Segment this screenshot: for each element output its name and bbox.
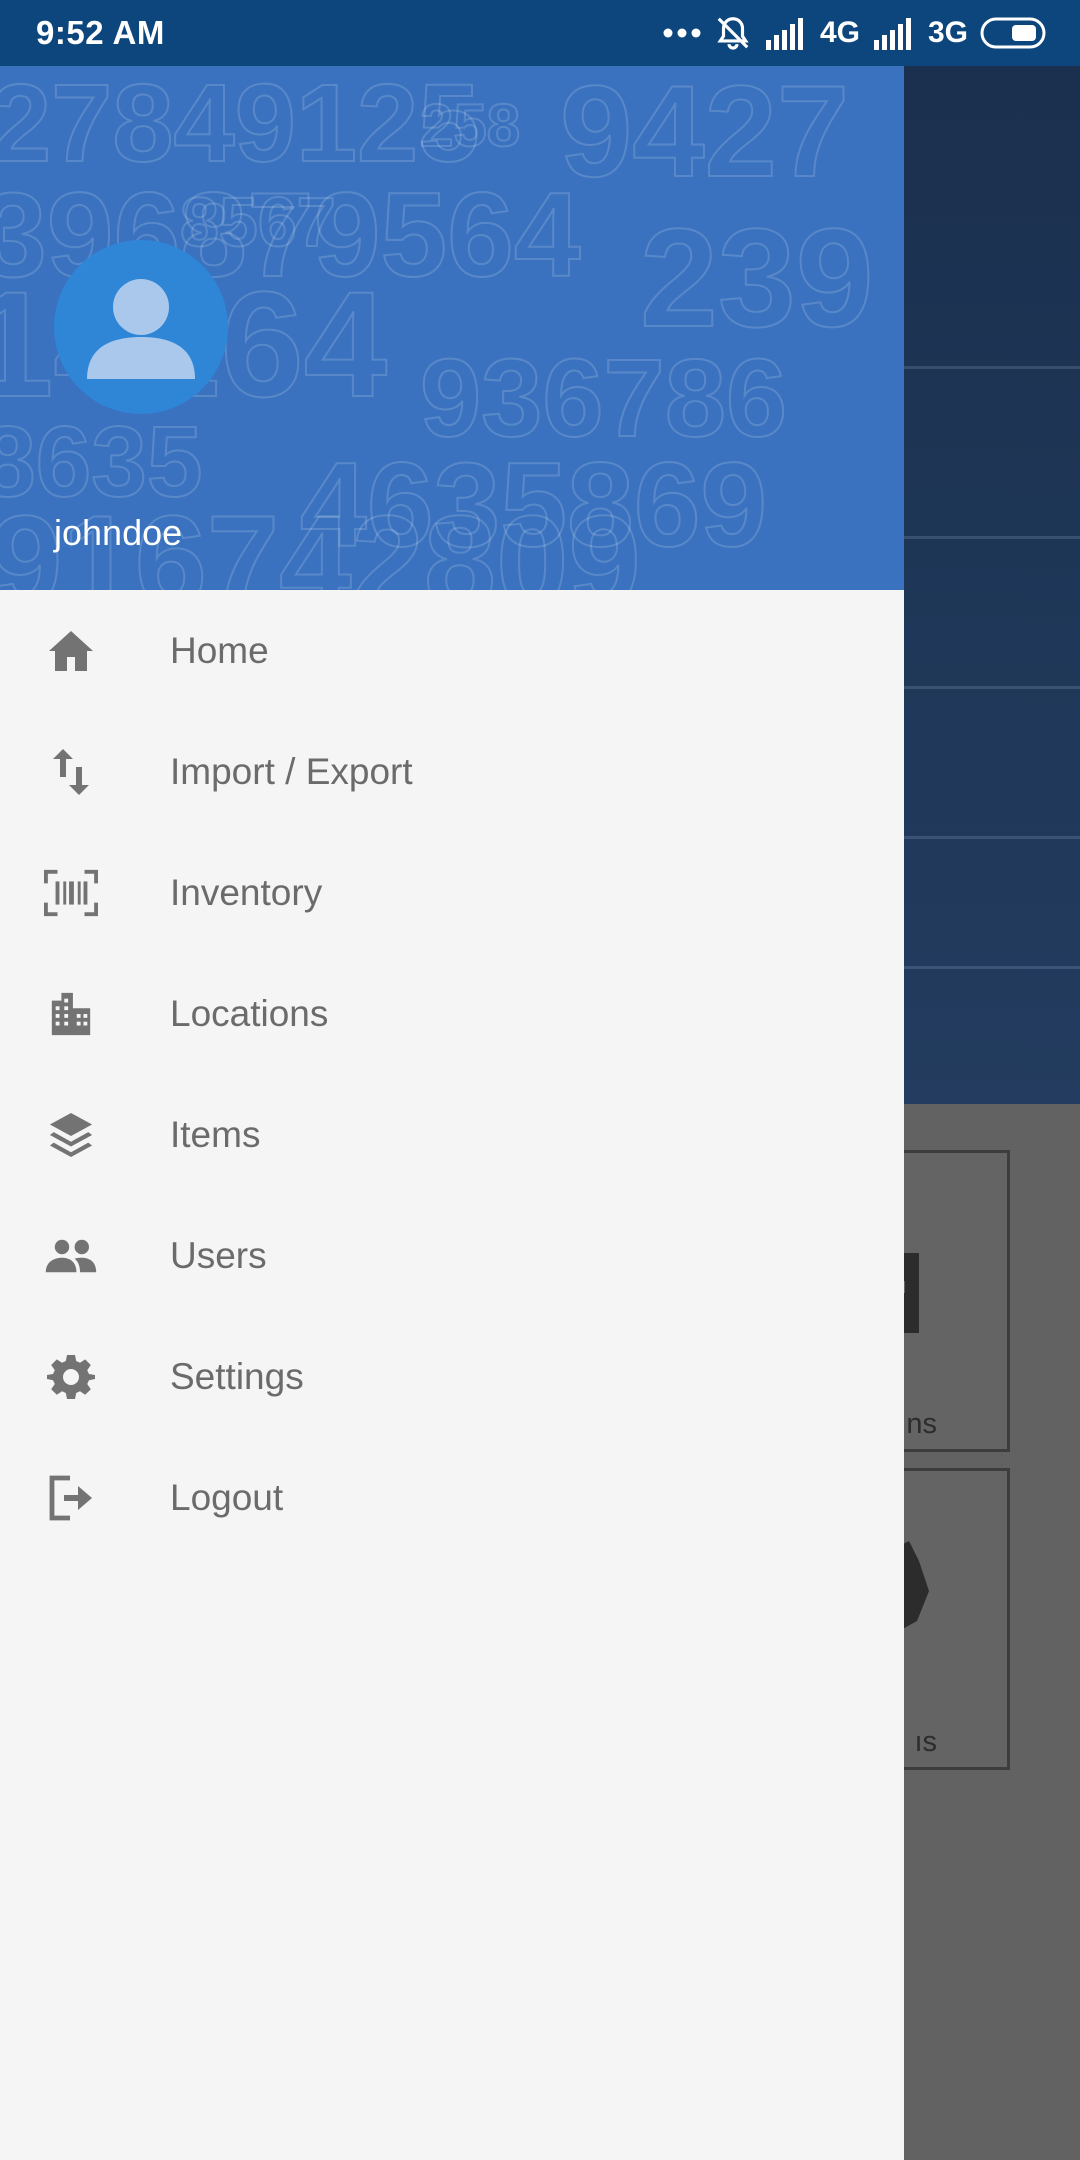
menu-item-label: Users — [170, 1234, 267, 1276]
menu-item-label: Import / Export — [170, 750, 413, 792]
people-icon — [44, 1229, 98, 1283]
menu-item-locations[interactable]: Locations — [0, 953, 904, 1074]
home-icon — [44, 624, 98, 678]
menu-item-label: Settings — [170, 1355, 304, 1397]
svg-text:239: 239 — [640, 199, 874, 356]
alarm-off-icon — [717, 17, 749, 50]
menu-item-home[interactable]: Home — [0, 590, 904, 711]
network-type-secondary: 3G — [927, 16, 968, 49]
drawer-header: 27849125 9427 396879564 239 14164 936786… — [0, 66, 904, 590]
network-type-primary: 4G — [819, 16, 860, 49]
status-time: 9:52 AM — [36, 14, 165, 51]
more-dots-icon — [663, 28, 701, 38]
menu-item-import-export[interactable]: Import / Export — [0, 711, 904, 832]
navigation-drawer: 27849125 9427 396879564 239 14164 936786… — [0, 66, 904, 2160]
signal-icon — [873, 18, 911, 50]
menu-item-logout[interactable]: Logout — [0, 1437, 904, 1558]
logout-icon — [44, 1471, 98, 1525]
menu-item-label: Home — [170, 629, 269, 671]
battery-icon — [980, 17, 1046, 49]
drawer-menu: Home Import / Export Inventory Locations… — [0, 590, 904, 1558]
card-label: ns — [906, 1408, 937, 1440]
svg-text:258: 258 — [420, 92, 520, 159]
building-icon — [44, 987, 98, 1041]
menu-item-label: Logout — [170, 1476, 284, 1518]
menu-item-label: Locations — [170, 992, 329, 1034]
username: johndoe — [54, 512, 183, 553]
menu-item-label: Inventory — [170, 871, 323, 913]
import-export-icon — [44, 745, 98, 799]
svg-text:8567: 8567 — [180, 183, 336, 261]
status-bar: 9:52 AM 4G 3G — [0, 0, 1080, 66]
menu-item-items[interactable]: Items — [0, 1074, 904, 1195]
signal-icon — [765, 18, 803, 50]
menu-item-settings[interactable]: Settings — [0, 1316, 904, 1437]
menu-item-users[interactable]: Users — [0, 1195, 904, 1316]
menu-item-inventory[interactable]: Inventory — [0, 832, 904, 953]
svg-text:9427: 9427 — [560, 66, 849, 204]
menu-item-label: Items — [170, 1113, 261, 1155]
card-label: ıs — [914, 1726, 937, 1758]
layers-icon — [44, 1108, 98, 1162]
gear-icon — [44, 1350, 98, 1404]
barcode-scan-icon — [44, 866, 98, 920]
status-icons: 4G 3G — [662, 0, 1050, 66]
person-icon — [87, 279, 195, 379]
avatar[interactable] — [54, 240, 228, 414]
